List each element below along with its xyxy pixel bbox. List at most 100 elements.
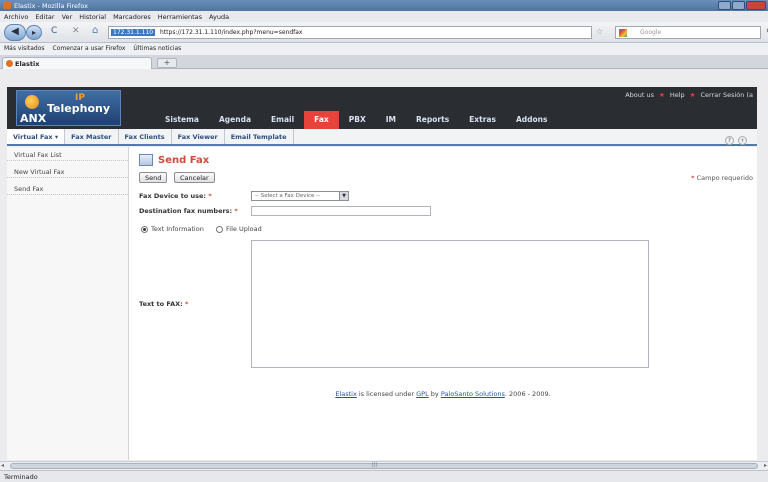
window-controls [718, 1, 766, 10]
status-text: Terminado [4, 473, 38, 481]
numbers-label: Destination fax numbers: * [139, 207, 238, 215]
add-icon[interactable]: + [738, 136, 747, 145]
home-icon[interactable]: ⌂ [92, 25, 98, 36]
sidebar-item-new-virtual-fax[interactable]: New Virtual Fax [7, 164, 128, 178]
menu-ver[interactable]: Ver [62, 13, 73, 22]
google-icon[interactable] [619, 29, 627, 37]
back-icon[interactable]: ◀ [4, 24, 26, 41]
menu-herramientas[interactable]: Herramientas [158, 13, 202, 22]
tab-elastix[interactable]: Elastix [2, 57, 152, 69]
search-placeholder: Google [640, 29, 662, 36]
menu-historial[interactable]: Historial [79, 13, 106, 22]
sidebar-item-virtual-fax-list[interactable]: Virtual Fax List [7, 147, 128, 161]
bookmark-item[interactable]: Últimas noticias [133, 45, 181, 55]
site-identity-badge[interactable]: 172.31.1.110 [111, 29, 156, 36]
required-asterisk: * [184, 300, 189, 308]
nav-extras[interactable]: Extras [459, 111, 506, 129]
send-button[interactable]: Send [139, 172, 168, 183]
nav-addons[interactable]: Addons [506, 111, 558, 129]
menu-bar: Archivo Editar Ver Historial Marcadores … [0, 11, 768, 22]
help-icon[interactable]: ? [725, 136, 734, 145]
tab-favicon [6, 60, 13, 67]
top-links: About us ★ Help ★ Cerrar Sesión (a [625, 91, 753, 99]
radio-unchecked-icon[interactable] [216, 226, 223, 233]
fax-icon [139, 154, 153, 166]
palosanto-link[interactable]: PaloSanto Solutions [441, 390, 505, 398]
radio-file-upload[interactable]: File Upload [216, 225, 262, 233]
cancel-button[interactable]: Cancelar [174, 172, 215, 183]
app-header: ANX IP Telephony About us ★ Help ★ Cerra… [7, 87, 757, 129]
address-bar[interactable]: 172.31.1.110 https://172.31.1.110/index.… [108, 26, 592, 39]
close-button[interactable] [746, 1, 766, 10]
tab-virtual-fax[interactable]: Virtual Fax ▾ [7, 129, 66, 144]
page-title-text: Send Fax [158, 155, 210, 166]
sidebar-item-send-fax[interactable]: Send Fax [7, 181, 128, 195]
url-text: https://172.31.1.110/index.php?menu=send… [160, 29, 303, 36]
radio-text-label: Text Information [151, 225, 204, 233]
destination-numbers-field[interactable] [251, 206, 431, 216]
device-label-text: Fax Device to use: [139, 192, 207, 200]
sidebar: Virtual Fax List New Virtual Fax Send Fa… [7, 147, 129, 460]
grip-icon: ||| [372, 462, 378, 468]
menu-archivo[interactable]: Archivo [4, 13, 28, 22]
nav-sistema[interactable]: Sistema [155, 111, 209, 129]
nav-im[interactable]: IM [376, 111, 406, 129]
minimize-button[interactable] [718, 1, 731, 10]
page-title: Send Fax [139, 154, 210, 166]
new-tab-button[interactable]: + [157, 58, 177, 68]
radio-checked-icon[interactable] [141, 226, 148, 233]
nav-reports[interactable]: Reports [406, 111, 459, 129]
scroll-left-icon[interactable]: ◂ [1, 462, 4, 469]
text-label-text: Text to FAX: [139, 300, 183, 308]
logout-link[interactable]: Cerrar Sesión (a [701, 91, 754, 99]
nav-agenda[interactable]: Agenda [209, 111, 261, 129]
scroll-right-icon[interactable]: ▸ [764, 462, 767, 469]
bookmark-item[interactable]: Comenzar a usar Firefox [53, 45, 126, 55]
fax-text-area[interactable] [251, 240, 649, 368]
radio-file-label: File Upload [226, 225, 262, 233]
forward-icon[interactable]: ▸ [26, 25, 42, 40]
horizontal-scrollbar[interactable]: ◂ ||| ▸ [0, 461, 768, 470]
nav-email[interactable]: Email [261, 111, 304, 129]
bookmark-item[interactable]: Más visitados [4, 45, 45, 55]
help-link[interactable]: Help [670, 91, 685, 99]
required-asterisk: * [234, 207, 238, 215]
navigation-toolbar: ◀ ▸ C ✕ ⌂ 172.31.1.110 https://172.31.1.… [0, 22, 768, 43]
elastix-link[interactable]: Elastix [335, 390, 356, 398]
chevron-down-icon[interactable]: ▼ [339, 192, 348, 200]
menu-marcadores[interactable]: Marcadores [113, 13, 151, 22]
window-titlebar: Elastix - Mozilla Firefox [0, 0, 768, 11]
gpl-link[interactable]: GPL [416, 390, 429, 398]
menu-editar[interactable]: Editar [35, 13, 54, 22]
required-note: * Campo requerido [691, 174, 753, 182]
bookmark-star-icon[interactable]: ☆ [596, 27, 603, 36]
sub-nav: Virtual Fax ▾ Fax Master Fax Clients Fax… [7, 129, 757, 146]
menu-ayuda[interactable]: Ayuda [209, 13, 229, 22]
tab-fax-viewer[interactable]: Fax Viewer [172, 129, 225, 144]
radio-text-information[interactable]: Text Information [141, 225, 204, 233]
required-asterisk: * [691, 174, 695, 182]
tab-email-template[interactable]: Email Template [225, 129, 294, 144]
device-label: Fax Device to use: * [139, 192, 212, 200]
tab-fax-master[interactable]: Fax Master [65, 129, 119, 144]
reload-icon[interactable]: C [51, 26, 57, 36]
tab-title: Elastix [15, 60, 40, 68]
nav-pbx[interactable]: PBX [339, 111, 376, 129]
tab-fax-clients[interactable]: Fax Clients [119, 129, 172, 144]
nav-fax[interactable]: Fax [304, 111, 339, 129]
required-asterisk: * [208, 192, 212, 200]
firefox-icon [3, 2, 11, 9]
tab-strip: Elastix + [0, 55, 768, 69]
fax-device-value: -- Select a Fax Device -- [255, 193, 321, 199]
main-content: Send Fax Send Cancelar * Campo requerido… [129, 147, 757, 460]
main-nav: Sistema Agenda Email Fax PBX IM Reports … [155, 111, 557, 129]
footer-text: is licensed under [356, 390, 417, 398]
fax-device-select[interactable]: -- Select a Fax Device -- ▼ [251, 191, 349, 201]
search-input[interactable]: Google ⚲ [615, 26, 768, 39]
text-label: Text to FAX: * [139, 300, 188, 308]
stop-icon[interactable]: ✕ [72, 26, 80, 36]
about-us-link[interactable]: About us [625, 91, 654, 99]
maximize-button[interactable] [732, 1, 745, 10]
scrollbar-thumb[interactable] [10, 463, 758, 469]
status-bar: Terminado [0, 470, 768, 482]
